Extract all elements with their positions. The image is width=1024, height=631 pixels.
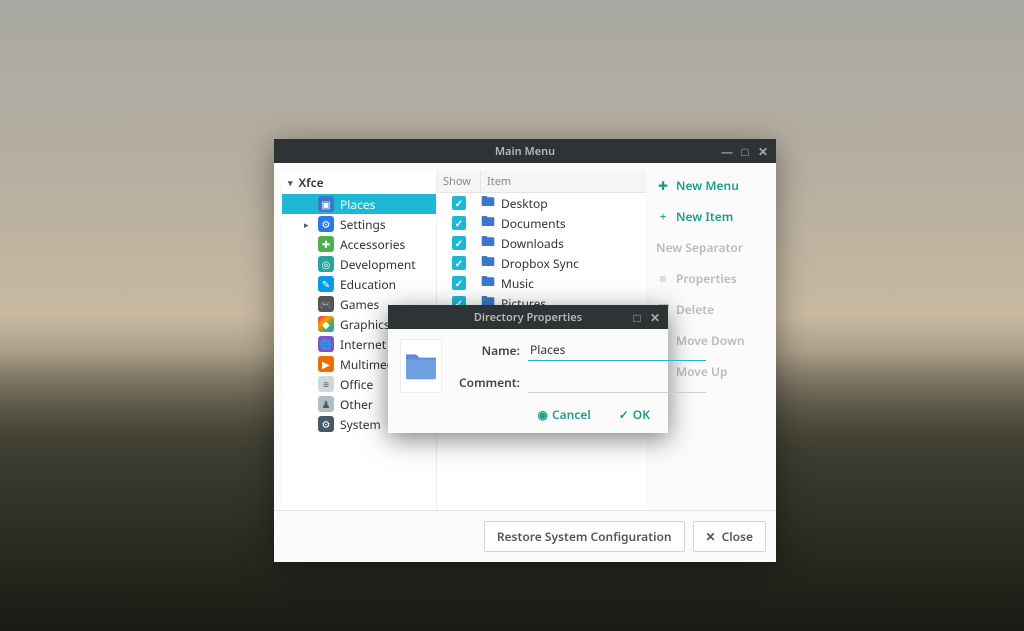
action-label: Delete (676, 301, 714, 318)
main-titlebar[interactable]: Main Menu — □ ✕ (274, 139, 776, 163)
window-controls: □ ✕ (630, 305, 662, 329)
category-label: Other (340, 396, 373, 413)
item-label: Music (501, 275, 534, 292)
button-label: Close (722, 528, 753, 545)
category-label: Office (340, 376, 373, 393)
development-icon: ◎ (318, 256, 334, 272)
maximize-icon[interactable]: □ (738, 143, 752, 160)
category-development[interactable]: ◎ Development (282, 254, 436, 274)
category-education[interactable]: ✎ Education (282, 274, 436, 294)
action-label: New Item (676, 208, 733, 225)
check-icon: ✓ (619, 406, 629, 423)
office-icon: ≡ (318, 376, 334, 392)
delete-button[interactable]: 🗑 Delete (656, 301, 758, 318)
close-icon[interactable]: ✕ (648, 309, 662, 326)
list-icon: ≡ (656, 270, 670, 287)
restore-system-config-button[interactable]: Restore System Configuration (484, 521, 685, 552)
education-icon: ✎ (318, 276, 334, 292)
multimedia-icon: ▶ (318, 356, 334, 372)
category-label: Development (340, 256, 416, 273)
comment-row: Comment: (456, 371, 706, 393)
directory-properties-dialog: Directory Properties □ ✕ Name: Comment: … (388, 305, 668, 433)
list-item[interactable]: ✓ 🖿Dropbox Sync (437, 253, 646, 273)
category-label: System (340, 416, 381, 433)
item-label: Dropbox Sync (501, 255, 579, 272)
category-places[interactable]: ▣ Places (282, 194, 436, 214)
show-checkbox[interactable]: ✓ (452, 196, 466, 210)
games-icon: 🎮 (318, 296, 334, 312)
dialog-titlebar[interactable]: Directory Properties □ ✕ (388, 305, 668, 329)
comment-field[interactable] (528, 371, 706, 393)
cancel-icon: ◉ (537, 406, 547, 423)
action-label: New Separator (656, 239, 743, 256)
button-label: OK (633, 406, 650, 423)
category-label: Games (340, 296, 379, 313)
button-label: Cancel (552, 406, 591, 423)
category-label: Places (340, 196, 375, 213)
tree-root[interactable]: ▾ Xfce (282, 171, 436, 194)
tree-root-label: Xfce (299, 174, 324, 191)
list-item[interactable]: ✓ 🖿Desktop (437, 193, 646, 213)
item-label: Desktop (501, 195, 548, 212)
comment-label: Comment: (456, 374, 520, 391)
ok-button[interactable]: ✓ OK (619, 406, 650, 423)
new-item-button[interactable]: + New Item (656, 208, 758, 225)
window-controls: — □ ✕ (720, 139, 770, 163)
item-label: Downloads (501, 235, 564, 252)
graphics-icon: ◆ (318, 316, 334, 332)
chevron-right-icon[interactable]: ▸ (304, 218, 312, 231)
minimize-icon[interactable]: — (720, 143, 734, 160)
folder-icon: ▣ (318, 196, 334, 212)
dialog-footer: ◉ Cancel ✓ OK (388, 406, 668, 433)
category-label: Settings (340, 216, 386, 233)
accessories-icon: ✚ (318, 236, 334, 252)
show-checkbox[interactable]: ✓ (452, 276, 466, 290)
main-title: Main Menu (495, 144, 555, 159)
system-icon: ⚙ (318, 416, 334, 432)
category-label: Education (340, 276, 396, 293)
item-label: Documents (501, 215, 566, 232)
document-plus-icon: ✚ (656, 177, 670, 194)
internet-icon: 🌐 (318, 336, 334, 352)
action-label: Properties (676, 270, 737, 287)
button-label: Restore System Configuration (497, 528, 672, 545)
plus-icon: + (656, 208, 670, 225)
main-footer: Restore System Configuration ✕ Close (274, 510, 776, 562)
dialog-form: Name: Comment: (456, 339, 706, 396)
list-header: Show Item (437, 171, 646, 193)
list-item[interactable]: ✓ 🖿Downloads (437, 233, 646, 253)
close-button[interactable]: ✕ Close (693, 521, 766, 552)
settings-icon: ⚙ (318, 216, 334, 232)
col-show-header[interactable]: Show (437, 171, 481, 192)
category-label: Graphics (340, 316, 390, 333)
col-item-header[interactable]: Item (481, 171, 646, 192)
name-field[interactable] (528, 339, 706, 361)
show-checkbox[interactable]: ✓ (452, 236, 466, 250)
category-label: Accessories (340, 236, 405, 253)
new-separator-button[interactable]: New Separator (656, 239, 758, 256)
close-icon: ✕ (706, 528, 716, 545)
properties-button[interactable]: ≡ Properties (656, 270, 758, 287)
new-menu-button[interactable]: ✚ New Menu (656, 177, 758, 194)
action-label: New Menu (676, 177, 739, 194)
directory-icon-button[interactable] (400, 339, 442, 393)
cancel-button[interactable]: ◉ Cancel (537, 406, 590, 423)
list-item[interactable]: ✓ 🖿Music (437, 273, 646, 293)
list-item[interactable]: ✓ 🖿Documents (437, 213, 646, 233)
category-accessories[interactable]: ✚ Accessories (282, 234, 436, 254)
close-icon[interactable]: ✕ (756, 143, 770, 160)
name-label: Name: (456, 342, 520, 359)
category-settings[interactable]: ▸ ⚙ Settings (282, 214, 436, 234)
folder-icon (401, 346, 441, 386)
show-checkbox[interactable]: ✓ (452, 216, 466, 230)
name-row: Name: (456, 339, 706, 361)
dialog-title: Directory Properties (474, 310, 582, 325)
chevron-down-icon[interactable]: ▾ (288, 176, 293, 189)
maximize-icon[interactable]: □ (630, 309, 644, 326)
dialog-body: Name: Comment: (388, 329, 668, 406)
show-checkbox[interactable]: ✓ (452, 256, 466, 270)
other-icon: ♟ (318, 396, 334, 412)
category-label: Internet (340, 336, 386, 353)
